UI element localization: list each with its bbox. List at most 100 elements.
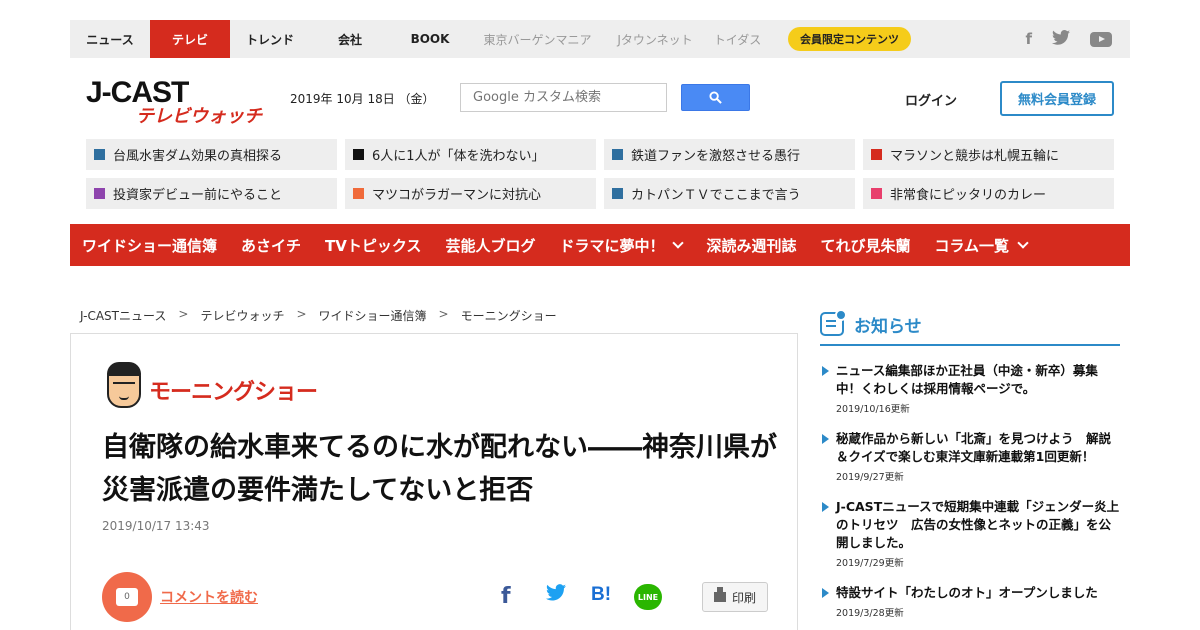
topnav-jtown[interactable]: Jタウンネット bbox=[605, 20, 705, 58]
tag-label: マラソンと競歩は札幌五輪に bbox=[890, 149, 1060, 164]
member-content-badge[interactable]: 会員限定コンテンツ bbox=[788, 27, 911, 51]
tag-label: 台風水害ダム効果の真相探る bbox=[113, 149, 283, 164]
nav-drama[interactable]: ドラマに夢中！ bbox=[559, 235, 685, 256]
tag-color-square bbox=[612, 149, 623, 160]
notice-item[interactable]: ニュース編集部ほか正社員（中途・新卒）募集中！くわしくは採用情報ページで。 20… bbox=[820, 362, 1120, 415]
breadcrumb: J-CASTニュース > テレビウォッチ > ワイドショー通信簿 > モーニング… bbox=[80, 307, 557, 324]
article-card: モーニングショー 自衛隊の給水車来てるのに水が配れない――神奈川県が災害派遣の要… bbox=[70, 333, 798, 630]
nav-wideshow[interactable]: ワイドショー通信簿 bbox=[82, 235, 217, 256]
breadcrumb-item[interactable]: テレビウォッチ bbox=[200, 307, 284, 324]
topnav-news[interactable]: ニュース bbox=[70, 20, 150, 58]
article-date: 2019/10/17 13:43 bbox=[102, 519, 210, 533]
topic-tag[interactable]: 非常食にピッタリのカレー bbox=[863, 178, 1114, 209]
nav-label: 芸能人ブログ bbox=[445, 236, 536, 255]
login-link[interactable]: ログイン bbox=[905, 90, 957, 109]
triangle-right-icon bbox=[822, 434, 829, 444]
tag-color-square bbox=[871, 149, 882, 160]
current-date: 2019年 10月 18日 （金） bbox=[290, 92, 435, 106]
nav-label: TVトピックス bbox=[325, 236, 422, 255]
top-navigation: ニュース テレビ トレンド 会社 BOOK 東京バーゲンマニア Jタウンネット … bbox=[70, 20, 1130, 58]
notice-date: 2019/7/29更新 bbox=[836, 558, 904, 569]
nav-label: あさイチ bbox=[241, 236, 302, 255]
triangle-right-icon bbox=[822, 588, 829, 598]
topic-tag[interactable]: 台風水害ダム効果の真相探る bbox=[86, 139, 337, 170]
notice-date: 2019/10/16更新 bbox=[836, 404, 910, 415]
nav-label: 深読み週刊誌 bbox=[706, 236, 797, 255]
facebook-share-icon[interactable]: f bbox=[501, 584, 511, 609]
breadcrumb-item[interactable]: J-CASTニュース bbox=[80, 307, 166, 324]
breadcrumb-item[interactable]: ワイドショー通信簿 bbox=[319, 307, 427, 324]
hatena-bookmark-icon[interactable]: B! bbox=[591, 584, 611, 606]
nav-asaichi[interactable]: あさイチ bbox=[241, 235, 301, 256]
comment-count: 0 bbox=[116, 588, 138, 606]
social-links: f bbox=[1025, 20, 1112, 58]
topnav-bargain[interactable]: 東京バーゲンマニア bbox=[470, 20, 605, 58]
tag-label: 非常食にピッタリのカレー bbox=[890, 188, 1047, 203]
topic-tags: 台風水害ダム効果の真相探る 6人に1人が「体を洗わない」 鉄道ファンを激怒させる… bbox=[86, 139, 1114, 209]
tag-color-square bbox=[94, 188, 105, 199]
topic-tag[interactable]: マツコがラガーマンに対抗心 bbox=[345, 178, 596, 209]
nav-label: コラム一覧 bbox=[934, 236, 1010, 255]
program-title[interactable]: モーニングショー bbox=[149, 374, 318, 406]
youtube-icon[interactable] bbox=[1090, 31, 1112, 47]
topnav-company[interactable]: 会社 bbox=[310, 20, 390, 58]
twitter-icon[interactable] bbox=[1052, 29, 1070, 49]
twitter-share-icon[interactable] bbox=[546, 584, 566, 601]
site-logo[interactable]: J-CAST テレビウォッチ bbox=[86, 76, 271, 128]
search-input[interactable] bbox=[460, 83, 667, 112]
topnav-toidas[interactable]: トイダス bbox=[705, 20, 770, 58]
topic-tag[interactable]: マラソンと競歩は札幌五輪に bbox=[863, 139, 1114, 170]
notice-title: お知らせ bbox=[854, 317, 922, 337]
topnav-trend[interactable]: トレンド bbox=[230, 20, 310, 58]
nav-tv-topics[interactable]: TVトピックス bbox=[325, 235, 421, 256]
notice-header: お知らせ bbox=[820, 309, 1120, 346]
nav-columns[interactable]: コラム一覧 bbox=[934, 235, 1029, 256]
print-label: 印刷 bbox=[731, 590, 756, 605]
tag-label: 6人に1人が「体を洗わない」 bbox=[372, 149, 545, 164]
breadcrumb-separator: > bbox=[178, 307, 189, 321]
facebook-icon[interactable]: f bbox=[1025, 30, 1032, 48]
breadcrumb-separator: > bbox=[296, 307, 307, 321]
nav-label: ワイドショー通信簿 bbox=[82, 236, 218, 255]
topnav-book[interactable]: BOOK bbox=[390, 20, 470, 58]
triangle-right-icon bbox=[822, 366, 829, 376]
nav-celebrity-blog[interactable]: 芸能人ブログ bbox=[445, 235, 535, 256]
triangle-right-icon bbox=[822, 502, 829, 512]
register-button[interactable]: 無料会員登録 bbox=[1000, 81, 1114, 116]
notice-item[interactable]: J-CASTニュースで短期集中連載「ジェンダー炎上のトリセツ 広告の女性像とネッ… bbox=[820, 498, 1120, 569]
notice-date: 2019/9/27更新 bbox=[836, 472, 904, 483]
breadcrumb-item[interactable]: モーニングショー bbox=[461, 307, 557, 324]
notice-text: J-CASTニュースで短期集中連載「ジェンダー炎上のトリセツ 広告の女性像とネッ… bbox=[836, 499, 1120, 550]
search-icon bbox=[709, 91, 722, 104]
notice-text: ニュース編集部ほか正社員（中途・新卒）募集中！くわしくは採用情報ページで。 bbox=[836, 363, 1098, 396]
tag-color-square bbox=[353, 149, 364, 160]
nav-weekly[interactable]: 深読み週刊誌 bbox=[706, 235, 796, 256]
topic-tag[interactable]: 投資家デビュー前にやること bbox=[86, 178, 337, 209]
breadcrumb-separator: > bbox=[438, 307, 449, 321]
search-button[interactable] bbox=[681, 84, 750, 111]
topic-tag[interactable]: 6人に1人が「体を洗わない」 bbox=[345, 139, 596, 170]
printer-icon bbox=[713, 587, 726, 602]
notice-text: 特設サイト「わたしのオト」オープンしました bbox=[836, 585, 1098, 600]
nav-label: てれび見朱蘭 bbox=[820, 236, 911, 255]
topic-tag[interactable]: 鉄道ファンを激怒させる愚行 bbox=[604, 139, 855, 170]
notice-text: 秘蔵作品から新しい「北斎」を見つけよう 解説＆クイズで楽しむ東洋文庫新連載第1回… bbox=[836, 431, 1112, 464]
topic-tag[interactable]: カトパンＴＶでここまで言う bbox=[604, 178, 855, 209]
tag-label: マツコがラガーマンに対抗心 bbox=[372, 188, 542, 203]
tag-color-square bbox=[353, 188, 364, 199]
notice-item[interactable]: 特設サイト「わたしのオト」オープンしました 2019/3/28更新 bbox=[820, 584, 1120, 619]
tag-color-square bbox=[871, 188, 882, 199]
print-button[interactable]: 印刷 bbox=[702, 582, 768, 612]
nav-terebi-mishuran[interactable]: てれび見朱蘭 bbox=[820, 235, 910, 256]
tag-label: 鉄道ファンを激怒させる愚行 bbox=[631, 149, 801, 164]
logo-sub: テレビウォッチ bbox=[136, 106, 262, 127]
topnav-tv[interactable]: テレビ bbox=[150, 20, 230, 58]
notice-date: 2019/3/28更新 bbox=[836, 608, 904, 619]
notice-item[interactable]: 秘蔵作品から新しい「北斎」を見つけよう 解説＆クイズで楽しむ東洋文庫新連載第1回… bbox=[820, 430, 1120, 483]
read-comments-link[interactable]: コメントを読む bbox=[160, 587, 258, 607]
notice-icon bbox=[820, 309, 847, 336]
comment-icon[interactable]: 0 bbox=[102, 572, 152, 622]
tag-label: カトパンＴＶでここまで言う bbox=[631, 188, 801, 203]
article-headline: 自衛隊の給水車来てるのに水が配れない――神奈川県が災害派遣の要件満たしてないと拒… bbox=[102, 432, 777, 506]
line-share-icon[interactable]: LINE bbox=[634, 584, 662, 610]
